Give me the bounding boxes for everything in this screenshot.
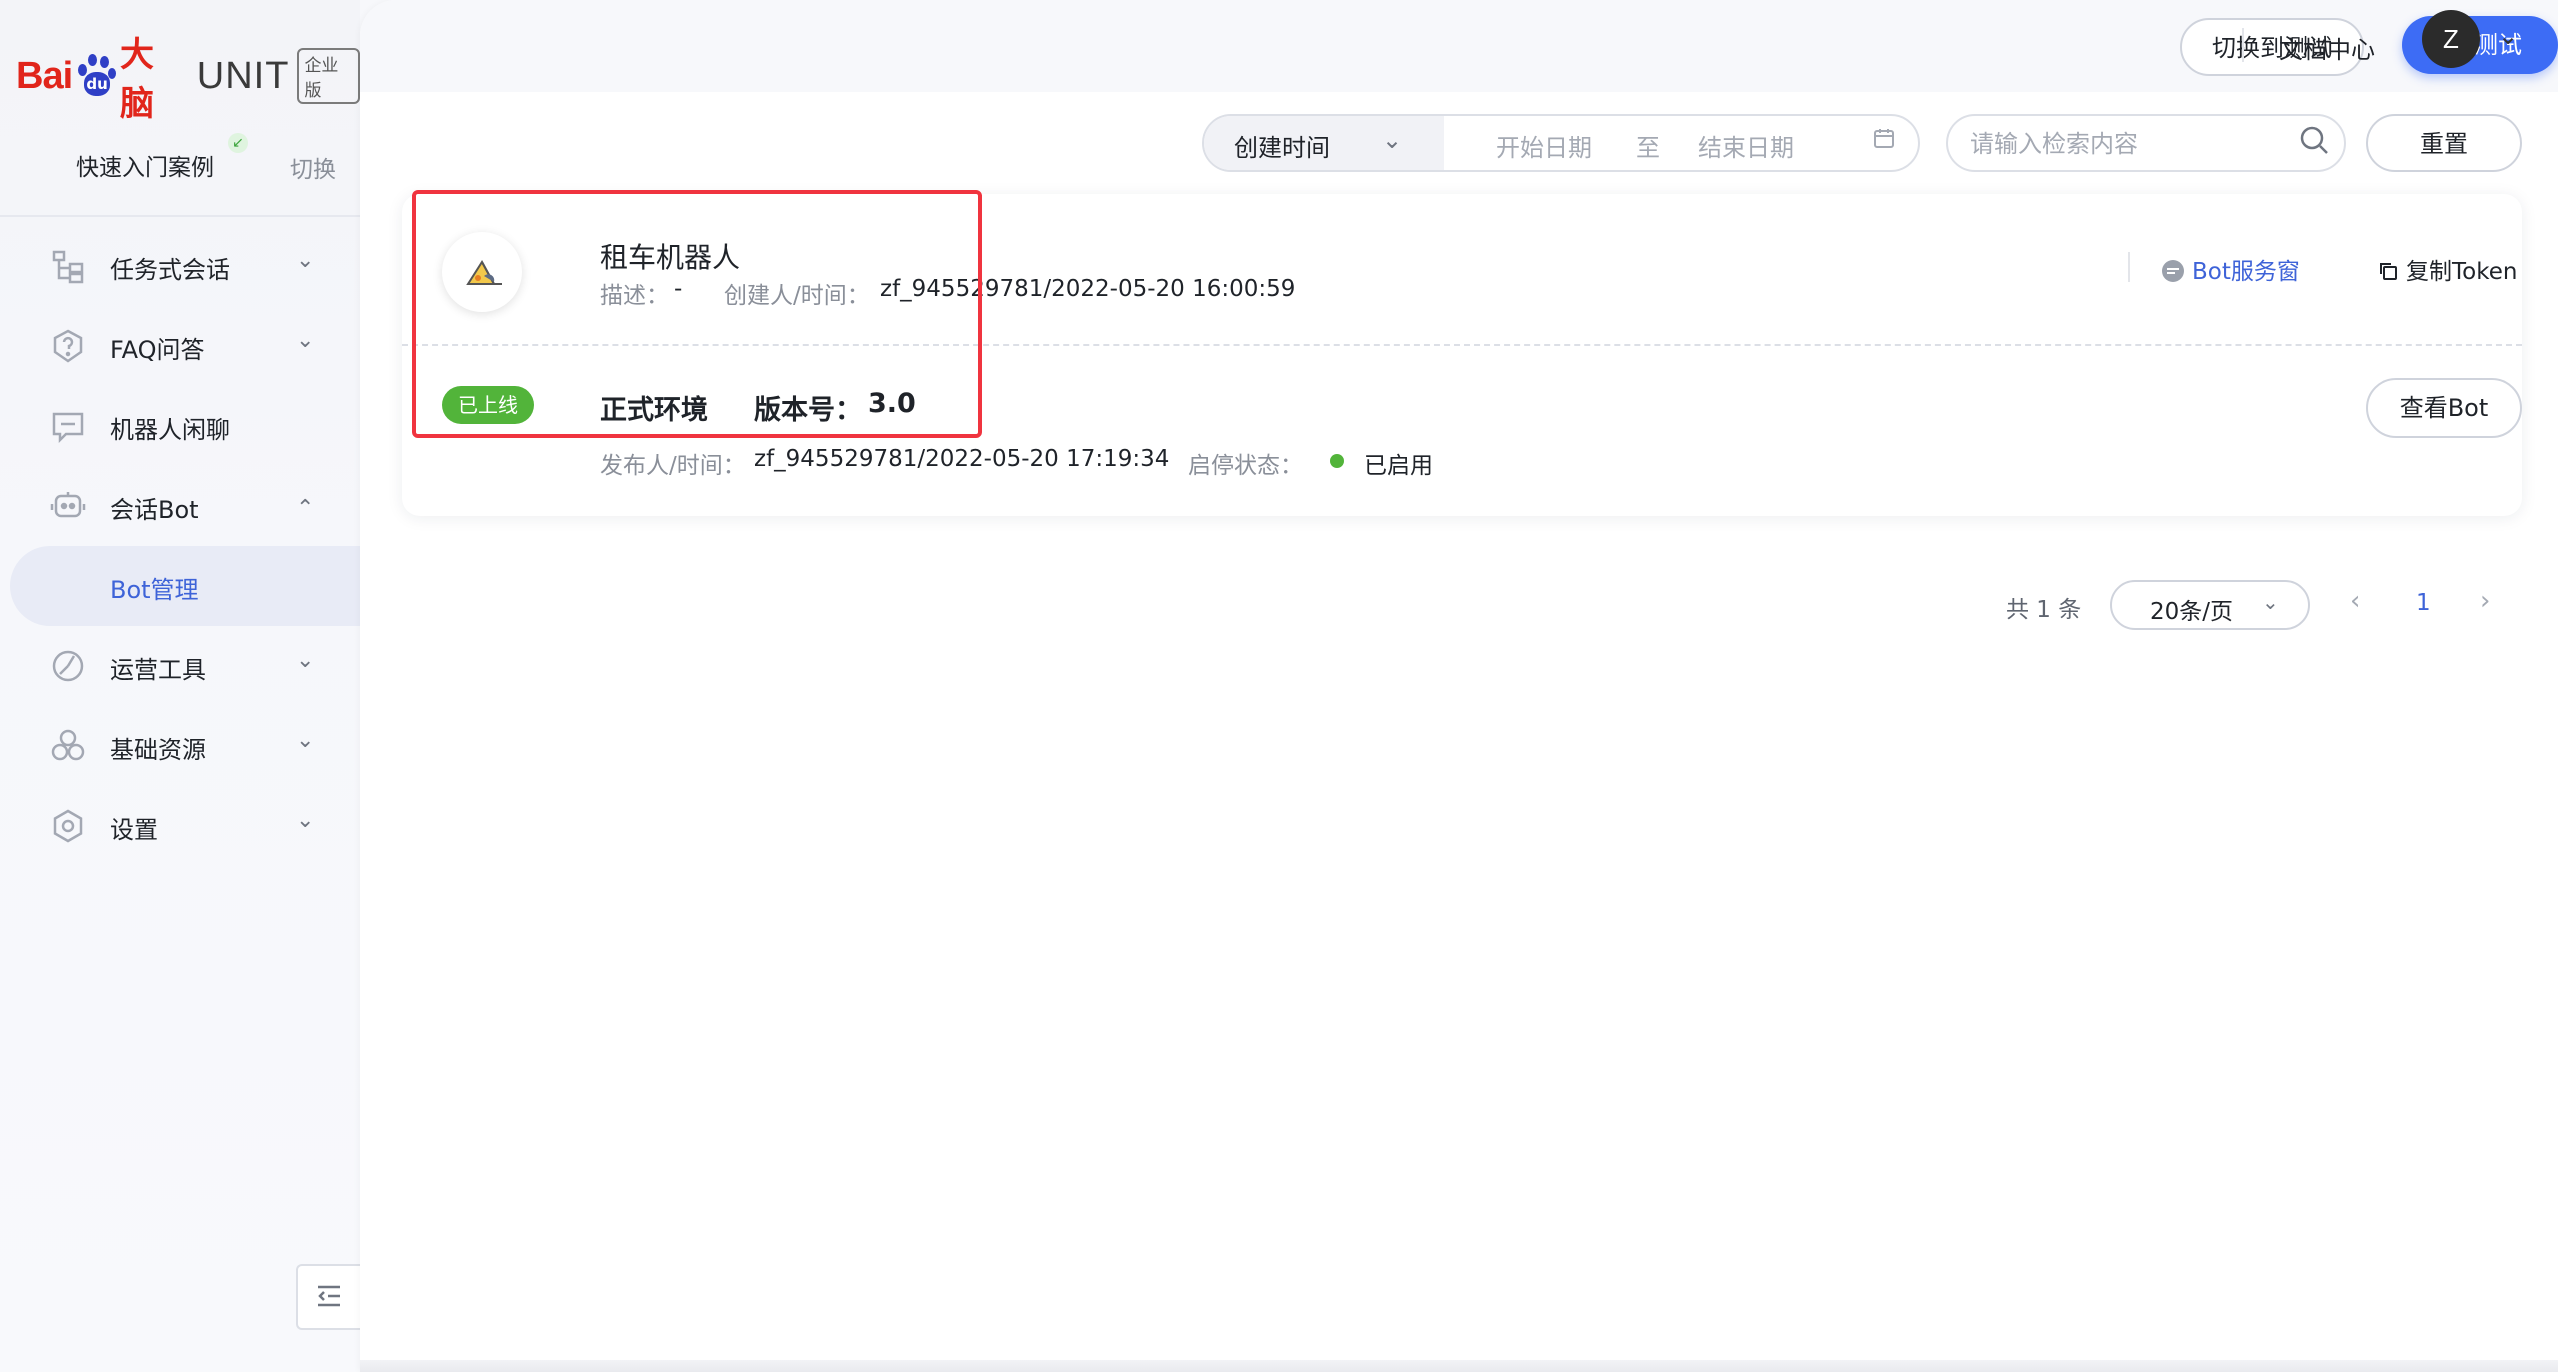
tools-icon <box>50 648 86 684</box>
collapse-icon <box>318 1285 340 1307</box>
sidebar-item-label: Bot管理 <box>110 576 199 604</box>
search-box <box>1946 114 2346 172</box>
sidebar-item-session-bot[interactable]: 会话Bot ⌃ <box>0 466 360 546</box>
page-size-value: 20条/页 <box>2150 599 2234 625</box>
sidebar-item-task-dialog[interactable]: 任务式会话 ⌄ <box>0 226 360 306</box>
sidebar-item-label: 任务式会话 <box>110 256 230 284</box>
chevron-down-icon[interactable]: ⌄ <box>296 248 314 273</box>
sidebar-item-label: 设置 <box>110 816 158 844</box>
state-label: 启停状态： <box>1188 453 1303 479</box>
sort-field-value: 创建时间 <box>1234 134 1330 162</box>
sidebar-item-label: FAQ问答 <box>110 336 205 364</box>
copy-token-button[interactable]: 复制Token <box>2376 252 2517 286</box>
search-icon[interactable] <box>2298 124 2330 163</box>
chevron-up-icon[interactable]: ⌃ <box>296 496 314 521</box>
chevron-down-icon[interactable]: ⌄ <box>296 728 314 753</box>
sidebar-item-label: 会话Bot <box>110 496 199 524</box>
enabled-status-dot <box>1330 454 1344 468</box>
logo-unit-text: UNIT <box>196 54 290 97</box>
avatar[interactable]: Z <box>2422 10 2480 68</box>
highlight-annotation-box <box>412 190 982 438</box>
new-badge-icon: ↙ <box>228 133 248 153</box>
brand-logo[interactable]: Bai du 大脑 UNIT 企业版 <box>16 35 360 124</box>
collapse-sidebar-button[interactable] <box>296 1264 360 1330</box>
resources-icon <box>50 728 86 764</box>
chevron-down-icon[interactable]: ⌄ <box>296 328 314 353</box>
chat-bubble-icon <box>50 408 86 444</box>
quick-start-link[interactable]: 快速入门案例 <box>76 148 214 182</box>
copy-icon <box>2380 263 2397 280</box>
calendar-icon[interactable] <box>1872 126 1896 156</box>
docs-center-link[interactable]: 文档中心 <box>2279 30 2375 65</box>
copy-token-label: 复制Token <box>2406 259 2518 285</box>
date-range-separator: 至 <box>1636 134 1660 162</box>
task-tree-icon <box>50 248 86 284</box>
sidebar-item-label: 机器人闲聊 <box>110 416 230 444</box>
sidebar-item-chitchat[interactable]: 机器人闲聊 <box>0 386 360 466</box>
publisher-value: zf_945529781/2022-05-20 17:19:34 <box>754 446 1170 472</box>
chevron-down-icon[interactable]: ⌄ <box>2498 22 2518 50</box>
chevron-down-icon: ⌄ <box>1382 126 1403 154</box>
date-filter: 创建时间 ⌄ 开始日期 至 结束日期 <box>1202 114 1920 172</box>
end-date-input[interactable]: 结束日期 <box>1698 128 1794 163</box>
search-input[interactable] <box>1968 124 2272 164</box>
link-separator <box>2128 252 2130 282</box>
sidebar-item-resources[interactable]: 基础资源 ⌄ <box>0 706 360 786</box>
sidebar-item-bot-management[interactable]: Bot管理 <box>10 546 360 626</box>
logo-bai-text: Bai <box>16 54 73 97</box>
next-page-icon[interactable]: › <box>2480 586 2490 616</box>
sort-field-select[interactable]: 创建时间 ⌄ <box>1204 116 1444 170</box>
paw-logo-icon: du <box>74 54 117 98</box>
sidebar-menu: 任务式会话 ⌄ FAQ问答 ⌄ 机器人闲聊 会话Bot ⌃ Bot管理 运营工具… <box>0 226 360 866</box>
service-window-icon <box>2162 260 2184 282</box>
sidebar-item-ops-tools[interactable]: 运营工具 ⌄ <box>0 626 360 706</box>
chevron-down-icon[interactable]: ⌄ <box>296 808 314 833</box>
sidebar-item-label: 运营工具 <box>110 656 206 684</box>
bottom-edge <box>360 1360 2558 1372</box>
bot-service-window-link[interactable]: Bot服务窗 <box>2160 252 2300 286</box>
reset-button[interactable]: 重置 <box>2366 114 2522 172</box>
robot-icon <box>50 488 86 524</box>
sidebar: Bai du 大脑 UNIT 企业版 快速入门案例 ↙ 切换 任务式会话 ⌄ F… <box>0 0 360 1372</box>
bot-service-window-label: Bot服务窗 <box>2192 259 2300 285</box>
chevron-down-icon[interactable]: ⌄ <box>296 648 314 673</box>
current-page[interactable]: 1 <box>2416 590 2431 616</box>
sidebar-item-settings[interactable]: 设置 ⌄ <box>0 786 360 866</box>
edition-badge: 企业版 <box>297 48 360 104</box>
chevron-down-icon: ⌄ <box>2262 590 2279 614</box>
pagination-total: 共 1 条 <box>2006 597 2082 623</box>
logo-danao-text: 大脑 <box>120 35 155 124</box>
sidebar-divider <box>0 215 360 217</box>
prev-page-icon[interactable]: ‹ <box>2350 586 2360 616</box>
publisher-label: 发布人/时间： <box>600 453 746 479</box>
settings-gear-icon <box>50 808 86 844</box>
sidebar-item-label: 基础资源 <box>110 736 206 764</box>
switch-link[interactable]: 切换 <box>290 150 336 184</box>
logo-du-text: du <box>86 75 108 93</box>
sidebar-item-faq[interactable]: FAQ问答 ⌄ <box>0 306 360 386</box>
question-shield-icon <box>50 328 86 364</box>
page-size-select[interactable]: 20条/页 ⌄ <box>2110 580 2310 630</box>
state-value: 已启用 <box>1364 453 1433 479</box>
view-bot-button[interactable]: 查看Bot <box>2366 378 2522 438</box>
header-separator <box>2242 28 2244 62</box>
start-date-input[interactable]: 开始日期 <box>1496 128 1592 163</box>
